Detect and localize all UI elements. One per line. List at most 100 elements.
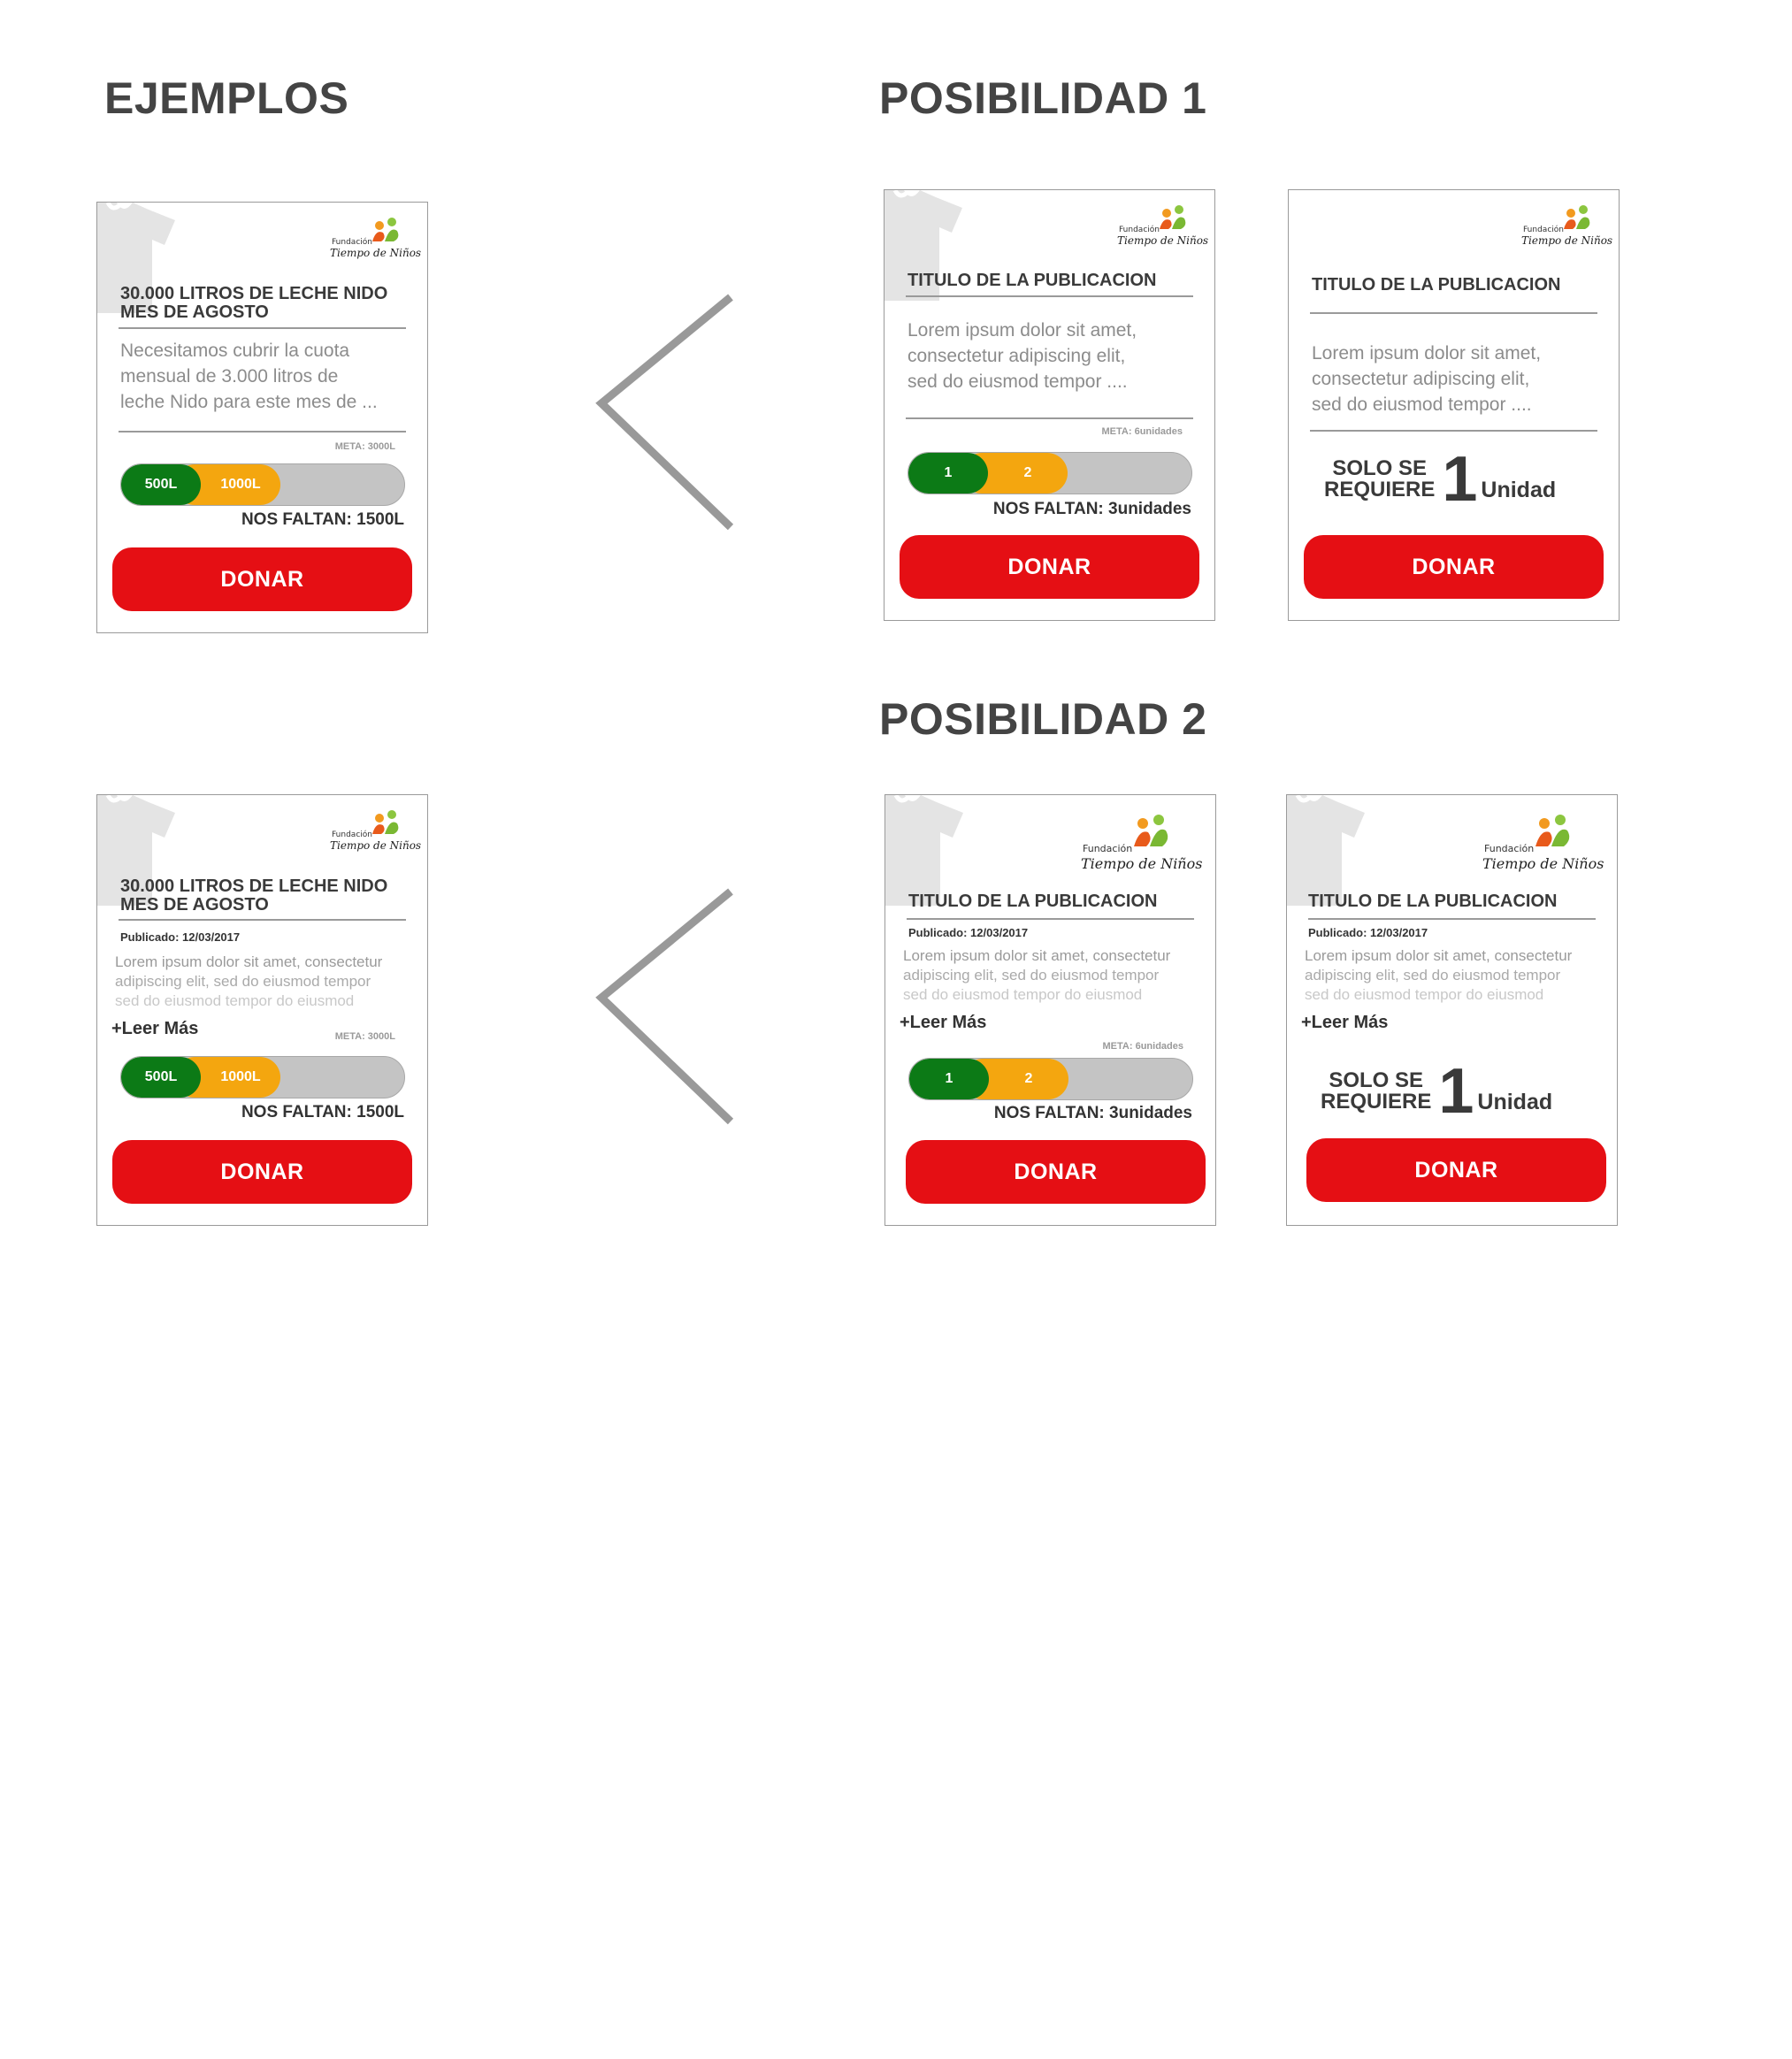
desc-line: Lorem ipsum dolor sit amet, consectetur: [903, 947, 1171, 964]
card-description: Lorem ipsum dolor sit amet, consectetur …: [115, 953, 410, 1011]
logo-tiempo-text: Tiempo de Niños: [1521, 234, 1613, 247]
card-description: Lorem ipsum dolor sit amet, consectetur …: [903, 946, 1198, 1005]
desc-line: leche Nido para este mes de ...: [120, 392, 378, 412]
logo-tiempo-text: Tiempo de Niños: [330, 839, 422, 852]
donation-card-p1-progress: Fundación Tiempo de Niños TITULO DE LA P…: [884, 189, 1215, 621]
logo-fundacion-text: Fundación: [332, 830, 372, 839]
donation-card-p2-progress: Fundación Tiempo de Niños TITULO DE LA P…: [885, 794, 1216, 1226]
progress-bar: 2 1: [907, 452, 1192, 494]
card-title-line: 30.000 LITROS DE LECHE NIDO: [120, 284, 388, 303]
progress-segment-1: 500L: [121, 1057, 201, 1098]
fundacion-logo: Fundación Tiempo de Niños: [330, 809, 421, 862]
heading-ejemplos: EJEMPLOS: [104, 73, 349, 123]
desc-line: Lorem ipsum dolor sit amet, consectetur: [1305, 947, 1573, 964]
donate-button[interactable]: DONAR: [906, 1140, 1206, 1204]
progress-bar: 1000L 500L: [120, 1056, 405, 1098]
fundacion-logo: Fundación Tiempo de Niños: [1521, 204, 1612, 257]
published-date: Publicado: 12/03/2017: [120, 930, 241, 944]
desc-line: consectetur adipiscing elit,: [907, 346, 1126, 366]
divider: [119, 431, 406, 432]
logo-tiempo-text: Tiempo de Niños: [1081, 855, 1203, 872]
fundacion-logo: Fundación Tiempo de Niños: [1482, 813, 1604, 880]
donate-button[interactable]: DONAR: [112, 1140, 412, 1204]
goal-label: META: 3000L: [334, 1031, 395, 1042]
divider: [119, 919, 406, 921]
required-label-line: SOLO SE: [1329, 1068, 1424, 1092]
read-more-link[interactable]: +Leer Más: [1301, 1013, 1388, 1033]
heading-posibilidad-2: POSIBILIDAD 2: [879, 694, 1207, 744]
chevron-left-icon: [595, 888, 734, 1125]
card-title: TITULO DE LA PUBLICACION: [1312, 275, 1561, 295]
divider: [907, 918, 1194, 920]
desc-line: sed do eiusmod tempor ....: [1312, 394, 1532, 415]
read-more-link[interactable]: +Leer Más: [900, 1013, 986, 1033]
remaining-label: NOS FALTAN: 3unidades: [993, 1104, 1192, 1122]
logo-fundacion-text: Fundación: [1119, 226, 1160, 234]
card-description: Lorem ipsum dolor sit amet, consectetur …: [1312, 341, 1601, 417]
goal-label: META: 6unidades: [1101, 426, 1183, 437]
donate-button[interactable]: DONAR: [1304, 535, 1604, 599]
divider: [906, 295, 1193, 297]
progress-segment-1: 1: [908, 453, 988, 494]
card-title: 30.000 LITROS DE LECHE NIDO MES DE AGOST…: [120, 877, 410, 915]
card-description: Necesitamos cubrir la cuota mensual de 3…: [120, 338, 410, 415]
required-label-line: SOLO SE: [1332, 456, 1428, 480]
required-number: 1: [1438, 1056, 1474, 1127]
donate-button[interactable]: DONAR: [900, 535, 1199, 599]
heading-posibilidad-1: POSIBILIDAD 1: [879, 73, 1207, 123]
desc-line: mensual de 3.000 litros de: [120, 366, 339, 387]
required-label: SOLO SE REQUIERE: [1324, 458, 1435, 501]
read-more-link[interactable]: +Leer Más: [111, 1019, 198, 1039]
remaining-label: NOS FALTAN: 1500L: [241, 510, 404, 529]
card-description: Lorem ipsum dolor sit amet, consectetur …: [1305, 946, 1599, 1005]
required-number: 1: [1442, 444, 1478, 515]
required-unit: Unidad: [1481, 478, 1557, 502]
progress-segment-1: 1: [909, 1059, 989, 1099]
donate-button[interactable]: DONAR: [112, 547, 412, 611]
donation-card-example-2: Fundación Tiempo de Niños 30.000 LITROS …: [96, 794, 428, 1226]
card-title: TITULO DE LA PUBLICACION: [908, 892, 1158, 911]
required-units: SOLO SE REQUIERE 1 Unidad: [1321, 1056, 1552, 1127]
card-title: TITULO DE LA PUBLICACION: [907, 271, 1157, 290]
progress-bar: 1000L 500L: [120, 463, 405, 506]
desc-line: adipiscing elit, sed do eiusmod tempor: [903, 967, 1160, 984]
tshirt-icon: [885, 795, 963, 906]
desc-line: sed do eiusmod tempor do eiusmod: [903, 986, 1143, 1003]
progress-segment-1: 500L: [121, 464, 201, 505]
desc-line: Lorem ipsum dolor sit amet,: [1312, 343, 1542, 364]
donation-card-p2-single: Fundación Tiempo de Niños TITULO DE LA P…: [1286, 794, 1618, 1226]
desc-line: Lorem ipsum dolor sit amet,: [907, 320, 1137, 341]
card-title-line: MES DE AGOSTO: [120, 895, 269, 915]
card-title: 30.000 LITROS DE LECHE NIDO MES DE AGOST…: [120, 285, 410, 322]
chevron-left-icon: [595, 294, 734, 531]
divider: [906, 417, 1193, 419]
required-label-line: REQUIERE: [1321, 1090, 1432, 1114]
desc-line: consectetur adipiscing elit,: [1312, 369, 1530, 389]
published-date: Publicado: 12/03/2017: [908, 926, 1029, 939]
divider: [1310, 312, 1597, 314]
goal-label: META: 6unidades: [1102, 1041, 1183, 1052]
donate-button[interactable]: DONAR: [1306, 1138, 1606, 1202]
logo-tiempo-text: Tiempo de Niños: [330, 247, 422, 259]
desc-line: Lorem ipsum dolor sit amet, consectetur: [115, 953, 383, 970]
donation-card-p1-single: Fundación Tiempo de Niños TITULO DE LA P…: [1288, 189, 1620, 621]
required-label-line: REQUIERE: [1324, 478, 1436, 501]
divider: [119, 327, 406, 329]
logo-tiempo-text: Tiempo de Niños: [1117, 234, 1209, 247]
donation-card-example-1: Fundación Tiempo de Niños 30.000 LITROS …: [96, 202, 428, 633]
goal-label: META: 3000L: [334, 441, 395, 452]
card-title: TITULO DE LA PUBLICACION: [1308, 892, 1558, 911]
logo-fundacion-text: Fundación: [1083, 843, 1133, 854]
required-units: SOLO SE REQUIERE 1 Unidad: [1324, 444, 1557, 515]
required-label: SOLO SE REQUIERE: [1321, 1070, 1431, 1113]
desc-line: sed do eiusmod tempor do eiusmod: [1305, 986, 1544, 1003]
card-title-line: MES DE AGOSTO: [120, 302, 269, 322]
desc-line: sed do eiusmod tempor ....: [907, 371, 1128, 392]
logo-fundacion-text: Fundación: [1523, 226, 1564, 234]
desc-line: Necesitamos cubrir la cuota: [120, 341, 350, 361]
logo-tiempo-text: Tiempo de Niños: [1482, 855, 1604, 872]
card-description: Lorem ipsum dolor sit amet, consectetur …: [907, 318, 1197, 394]
published-date: Publicado: 12/03/2017: [1308, 926, 1428, 939]
card-title-line: 30.000 LITROS DE LECHE NIDO: [120, 876, 388, 896]
remaining-label: NOS FALTAN: 1500L: [241, 1103, 404, 1121]
